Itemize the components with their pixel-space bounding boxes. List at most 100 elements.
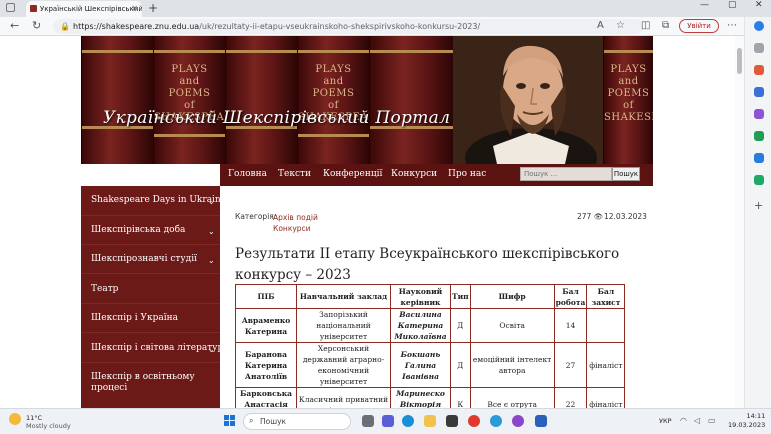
table-row: Баранова Катерина Анатоліїв Херсонський … (235, 342, 626, 388)
back-button[interactable]: ← (10, 19, 19, 32)
reload-button[interactable]: ↻ (32, 19, 41, 32)
sidebar-divider (81, 362, 220, 363)
cell-type: Д (450, 342, 471, 388)
view-count: 277 👁 (577, 212, 603, 221)
telegram-icon[interactable] (490, 415, 502, 427)
menu-item-texts[interactable]: Тексти (278, 169, 311, 179)
add-sidebar-icon[interactable]: + (754, 199, 764, 212)
menu-item-home[interactable]: Головна (228, 169, 267, 179)
cell-institution: Херсонський державний аграрно- економічн… (296, 342, 391, 388)
banner-book: PLAYS and POEMS of SHAKESPEARE (603, 36, 653, 164)
cell-score-defense: фіналіст (586, 342, 626, 388)
menu-item-about[interactable]: Про нас (448, 169, 486, 179)
wifi-icon[interactable]: ◠ (680, 416, 687, 425)
column-header: Науковий керівник (390, 284, 451, 309)
post-date: 12.03.2023 (604, 212, 647, 221)
site-search-button[interactable]: Пошук (612, 167, 640, 181)
book-title: PLAYS and POEMS of SHAKESPEARE (604, 64, 653, 123)
sidebar-item-shakespeare-era[interactable]: Шекспірівська доба (91, 225, 185, 236)
page-title: Результати ІІ етапу Всеукраїнського шекс… (235, 246, 620, 283)
workspaces-icon[interactable] (6, 3, 15, 12)
menu-item-conferences[interactable]: Конференції (323, 169, 382, 179)
sidebar-item-shakespeare-studies[interactable]: Шекспірознавчі студії (91, 254, 197, 265)
sidebar-item-theatre[interactable]: Театр (91, 284, 118, 295)
battery-icon[interactable]: ▭ (708, 416, 716, 425)
volume-icon[interactable]: ◁ (694, 416, 700, 425)
shopping-icon[interactable] (754, 65, 764, 75)
chevron-down-icon[interactable]: ⌄ (208, 256, 215, 265)
chevron-down-icon[interactable]: ⌄ (208, 345, 215, 354)
site-search-input[interactable] (520, 167, 612, 181)
chevron-down-icon[interactable]: ⌄ (208, 227, 215, 236)
cell-supervisor: Василина Катерина Миколаївна (390, 308, 451, 343)
tab-close-icon[interactable]: ✕ (131, 4, 138, 13)
banner-book: PLAYS and POEMS of SHAKESPEARE (153, 36, 240, 164)
tab-title: Українській Шекспірівський По... (40, 5, 142, 13)
sidebar-item-shakespeare-days[interactable]: Shakespeare Days in Ukraine (91, 195, 226, 206)
store-icon[interactable] (446, 415, 458, 427)
banner-book (81, 36, 153, 164)
weather-temperature[interactable]: 11°C (26, 414, 42, 422)
menu-item-contests[interactable]: Конкурси (391, 169, 437, 179)
sidebar-item-shakespeare-ukraine[interactable]: Шекспір і Україна (91, 313, 178, 324)
site-header-banner: PLAYS and POEMS of SHAKESPEARE PLAYS and… (81, 36, 653, 164)
sidebar-divider (81, 273, 220, 274)
cell-name: Баранова Катерина Анатоліїв (235, 342, 297, 388)
cell-score-defense (586, 308, 626, 343)
column-header: Навчальний заклад (296, 284, 391, 309)
sidebar-item-education[interactable]: Шекспір в освітньому процесі (91, 372, 211, 394)
url-path: /uk/rezultaty-ii-etapu-vseukrainskoho-sh… (199, 22, 481, 31)
sidebar-divider (81, 215, 220, 216)
cell-supervisor: Бокшань Галина Іванівна (390, 342, 451, 388)
start-windows-icon[interactable] (224, 415, 236, 427)
outlook-icon[interactable] (754, 153, 764, 163)
category-link-contests[interactable]: Конкурси (273, 224, 311, 233)
window-close-button[interactable]: ✕ (755, 0, 763, 10)
system-clock[interactable]: 14:11 19.03.2023 (728, 412, 765, 430)
category-label: Категорія: (235, 212, 277, 221)
chat-icon[interactable] (382, 415, 394, 427)
table-row: Авраменко Катерина Запорізький національ… (235, 308, 626, 343)
table-header-row: ПІБ Навчальний заклад Науковий керівник … (235, 284, 626, 309)
tools-icon[interactable] (754, 87, 764, 97)
browser-tab-active[interactable]: Українській Шекспірівський По... ✕ (26, 1, 142, 17)
cell-code: Освіта (469, 308, 555, 343)
collections-icon[interactable]: ⧉ (662, 20, 669, 31)
word-icon[interactable] (535, 415, 547, 427)
opera-icon[interactable] (468, 415, 480, 427)
search-sidebar-icon[interactable] (754, 43, 764, 53)
more-options-icon[interactable]: ⋯ (727, 20, 737, 31)
task-view-icon[interactable] (362, 415, 374, 427)
sign-in-button[interactable]: Увійти (679, 19, 719, 33)
search-icon: ⌕ (249, 416, 254, 425)
taskbar-search[interactable]: ⌕ Пошук (243, 413, 351, 430)
copilot-icon[interactable] (754, 21, 764, 31)
weather-description[interactable]: Mostly cloudy (26, 422, 71, 430)
viber-icon[interactable] (512, 415, 524, 427)
address-bar[interactable]: 🔒 https://shakespeare.znu.edu.ua/uk/rezu… (53, 19, 643, 34)
weather-icon[interactable] (9, 413, 21, 425)
site-title[interactable]: Український Шекспірівський Портал (103, 108, 450, 128)
new-tab-button[interactable]: + (148, 1, 158, 15)
tree-icon[interactable] (754, 175, 764, 185)
cell-name: Авраменко Катерина (235, 308, 297, 343)
column-header: ПІБ (235, 284, 297, 309)
minimize-button[interactable]: — (700, 0, 709, 10)
file-explorer-icon[interactable] (424, 415, 436, 427)
column-header: Бал захист (586, 284, 626, 309)
read-aloud-icon[interactable]: A (597, 20, 604, 31)
cell-code: емоційний інтелект автора (469, 342, 555, 388)
url-host: https://shakespeare.znu.edu.ua (73, 22, 200, 31)
chevron-down-icon[interactable]: ⌄ (208, 197, 215, 206)
language-indicator[interactable]: УКР (659, 417, 672, 425)
page-scrollbar-thumb[interactable] (737, 48, 742, 74)
edge-browser-icon[interactable] (402, 415, 414, 427)
favorite-star-icon[interactable]: ☆ (616, 20, 625, 31)
maximize-button[interactable]: ▢ (728, 0, 737, 10)
page-scrollbar[interactable] (735, 36, 744, 408)
browser-sidebar: + (744, 17, 771, 408)
office-icon[interactable] (754, 131, 764, 141)
games-icon[interactable] (754, 109, 764, 119)
category-link-archive[interactable]: Архів подій (273, 213, 318, 222)
split-screen-icon[interactable]: ◫ (641, 20, 650, 31)
